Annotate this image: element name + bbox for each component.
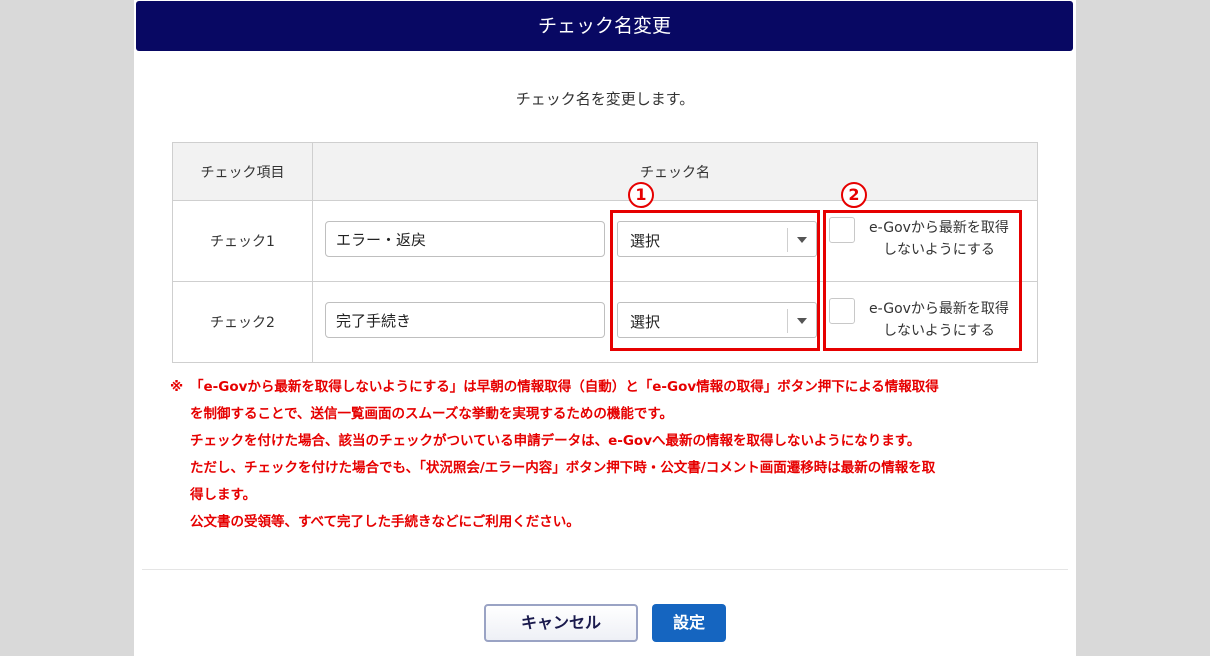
table-header-row: チェック項目 チェック名 — [172, 142, 1038, 201]
check-item-label: チェック2 — [172, 281, 313, 363]
column-header-item: チェック項目 — [172, 142, 313, 201]
cancel-button[interactable]: キャンセル — [484, 604, 638, 642]
note-line: 「e-Govから最新を取得しないようにする」は早朝の情報取得（自動）と「e-Go… — [190, 379, 939, 395]
note-line: 公文書の受領等、すべて完了した手続きなどにご利用ください。 — [190, 514, 580, 530]
note-line: ただし、チェックを付けた場合でも、「状況照会/エラー内容」ボタン押下時・公文書/… — [190, 460, 936, 476]
note-mark: ※ — [170, 379, 184, 395]
notes: ※ 「e-Govから最新を取得しないようにする」は早朝の情報取得（自動）と「e-G… — [170, 374, 1050, 536]
footer-divider — [142, 569, 1068, 570]
column-header-name: チェック名 — [312, 142, 1038, 201]
check-name-input[interactable] — [325, 302, 605, 338]
note-line: を制御することで、送信一覧画面のスムーズな挙動を実現するための機能です。 — [190, 406, 674, 422]
annotation-badge-1: 1 — [628, 182, 654, 208]
annotation-box-checkbox — [823, 210, 1022, 351]
check-name-input[interactable] — [325, 221, 605, 257]
check-item-label: チェック1 — [172, 200, 313, 282]
dialog-title: チェック名変更 — [136, 1, 1073, 51]
annotation-badge-2: 2 — [841, 182, 867, 208]
annotation-box-select — [610, 210, 820, 351]
dialog-message: チェック名を変更します。 — [515, 90, 695, 108]
check-name-dialog: チェック名変更 チェック名を変更します。 チェック項目 チェック名 チェック1 … — [134, 0, 1076, 656]
ok-button[interactable]: 設定 — [652, 604, 726, 642]
note-line: チェックを付けた場合、該当のチェックがついている申請データは、e-Govへ最新の… — [190, 433, 921, 449]
note-line: 得します。 — [190, 487, 257, 503]
